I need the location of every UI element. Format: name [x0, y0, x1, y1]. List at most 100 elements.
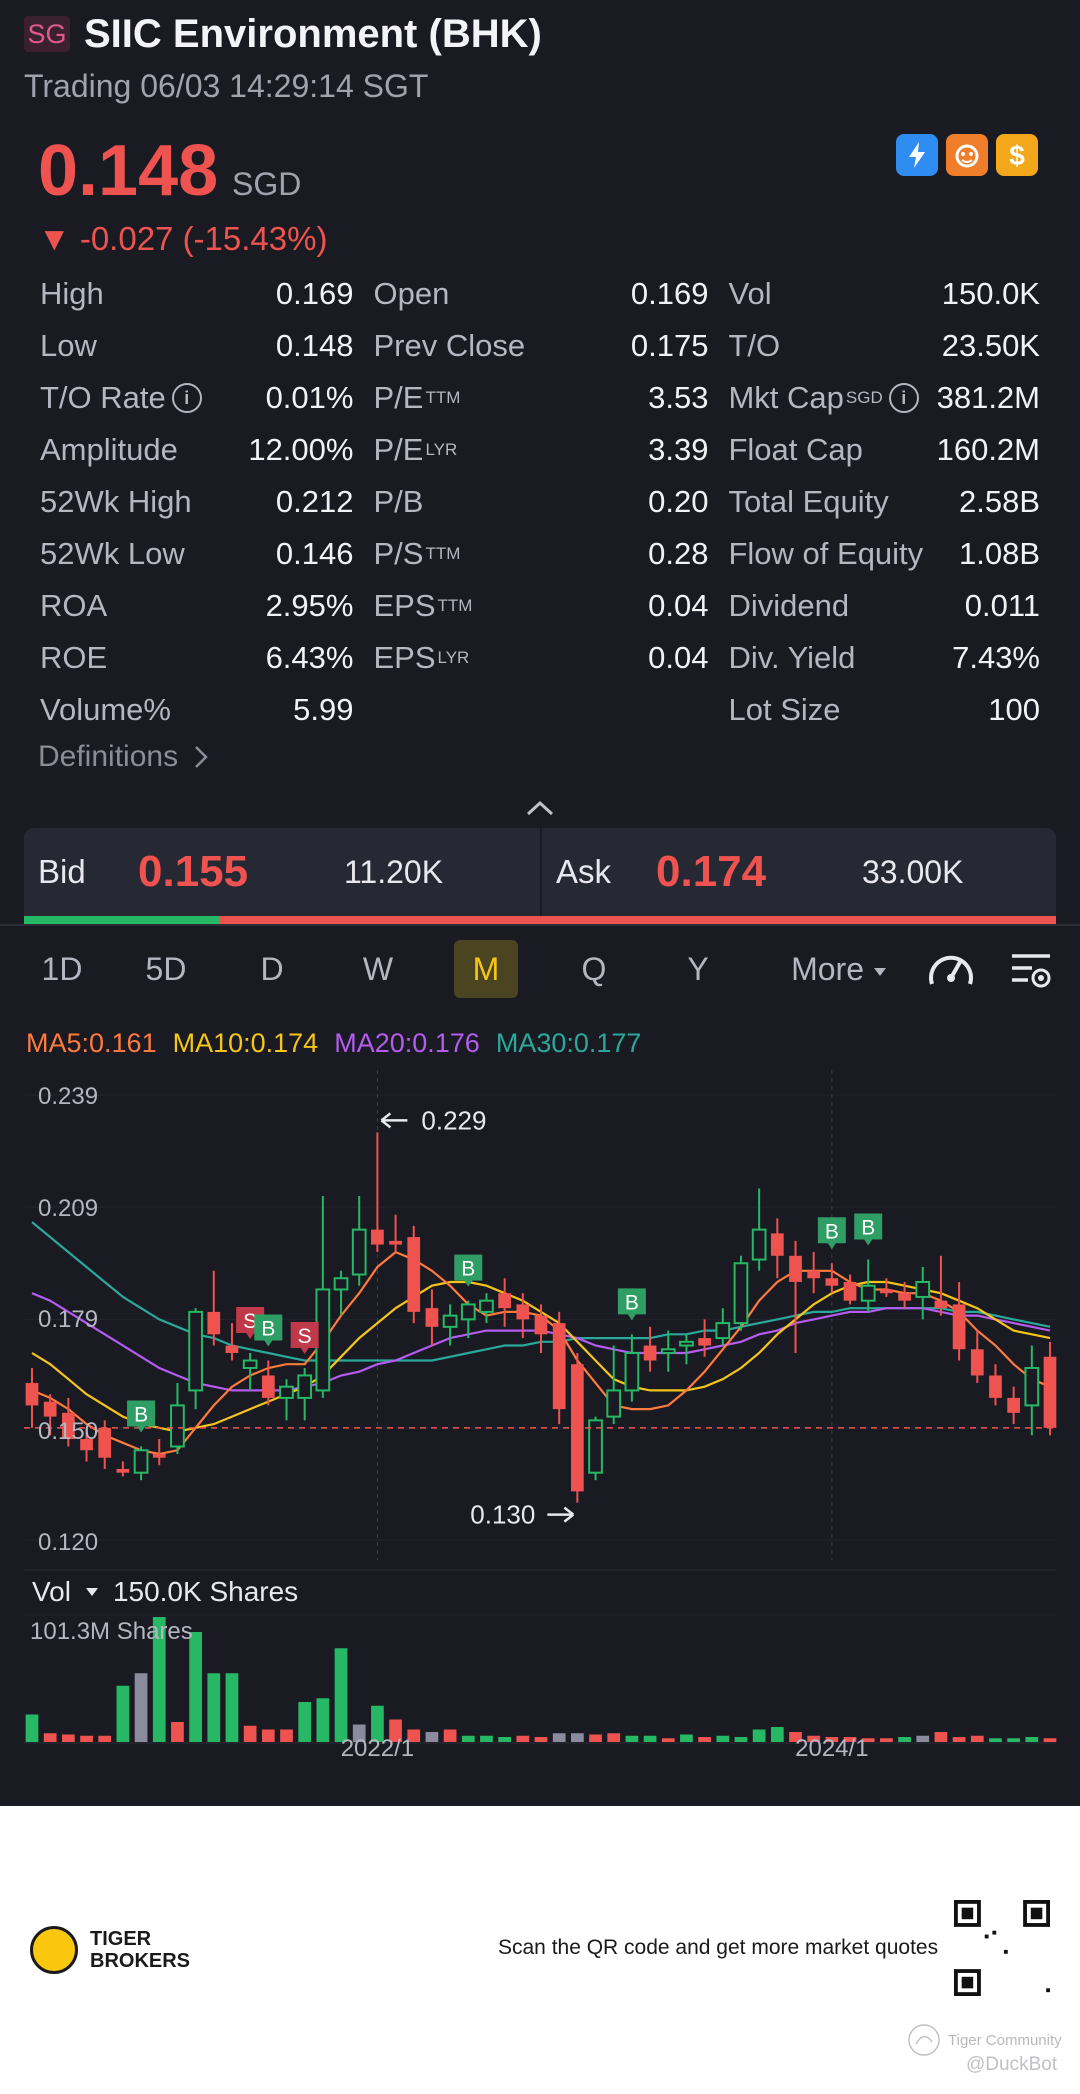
candlestick-chart[interactable]: BS B SBBB B0.2290.1302022/1 2024/1: [0, 1070, 1080, 1760]
y-tick-label: 0.150: [38, 1418, 99, 1445]
stat-cell: EPS LYR 0.04: [373, 640, 708, 676]
stat-value: 0.146: [275, 536, 354, 571]
stat-cell: Volume% 5.99: [40, 692, 353, 728]
stat-label: P/B: [373, 484, 424, 519]
gauge-icon[interactable]: [920, 940, 982, 998]
info-icon[interactable]: i: [888, 383, 919, 413]
stat-label: Prev Close: [373, 328, 526, 363]
divider: [0, 924, 1080, 926]
candle-body: [679, 1340, 694, 1347]
min-price-label: 0.130: [470, 1500, 535, 1530]
qr-code-icon[interactable]: [954, 1900, 1050, 1996]
candle-body: [188, 1310, 203, 1392]
volume-header[interactable]: Vol 150.0K Shares: [32, 1576, 298, 1608]
stat-cell: Flow of Equity 1.08B: [728, 536, 1040, 572]
candle-body: [952, 1304, 966, 1350]
stat-label: 52Wk High: [40, 484, 192, 519]
volume-bar: [643, 1735, 657, 1742]
stat-value: 0.28: [648, 536, 709, 571]
candle-body: [460, 1303, 476, 1321]
stat-row: 52Wk High 0.212 P/B 0.20 Total Equity 2.58B: [40, 476, 1040, 528]
market-badge: SG: [24, 16, 70, 52]
candle-body: [242, 1359, 258, 1369]
stat-cell: T/O 23.50K: [728, 328, 1040, 364]
stat-label: T/O: [728, 328, 781, 363]
candle-body: [407, 1237, 421, 1312]
stat-label: EPS LYR: [373, 640, 470, 675]
volume-bar: [171, 1722, 184, 1742]
volume-bar: [43, 1733, 57, 1742]
scan-qr-text: Scan the QR code and get more market quo…: [498, 1936, 939, 1959]
community-watermark: Tiger Community: [906, 2022, 1062, 2058]
dollar-icon[interactable]: $: [996, 134, 1038, 176]
candle-body: [1024, 1366, 1040, 1407]
brand-line2: BROKERS: [90, 1950, 191, 1972]
svg-text:B: B: [625, 1291, 639, 1314]
ma-legend: MA5:0.161 MA10:0.174 MA20:0.176 MA30:0.177: [26, 1028, 641, 1059]
volume-bar: [498, 1737, 512, 1742]
ask-label: Ask: [556, 853, 612, 890]
volume-bar: [898, 1737, 911, 1742]
volume-bar: [25, 1714, 39, 1742]
volume-bar: [261, 1729, 275, 1742]
chevron-up-icon[interactable]: [524, 796, 556, 820]
candle-body: [1043, 1356, 1057, 1428]
stat-cell: Lot Size 100: [728, 692, 1040, 728]
volume-bar: [570, 1733, 584, 1742]
tab-5d[interactable]: 5D: [134, 940, 198, 998]
stat-cell: T/O Rate i 0.01%: [40, 380, 353, 416]
bid-ratio-fill: [24, 916, 221, 924]
stat-value: 0.011: [964, 588, 1040, 623]
tiger-logo-icon: [30, 1926, 78, 1974]
buy-signal-marker[interactable]: B: [254, 1314, 283, 1347]
candle-body: [989, 1375, 1002, 1398]
definitions-link[interactable]: Definitions: [38, 740, 208, 774]
chevron-right-icon: [195, 746, 208, 768]
tab-1d[interactable]: 1D: [30, 940, 94, 998]
buy-signal-marker[interactable]: B: [854, 1213, 883, 1246]
stat-cell: ROE 6.43%: [40, 640, 353, 676]
candle-body: [133, 1449, 149, 1474]
lightning-icon[interactable]: [896, 134, 938, 176]
stat-row: ROE 6.43% EPS LYR 0.04 Div. Yield 7.43%: [40, 632, 1040, 684]
stat-value: 0.169: [630, 276, 709, 311]
stat-row: T/O Rate i 0.01% P/E TTM 3.53 Mkt Cap SGD i 381.2…: [40, 372, 1040, 424]
volume-bar: [80, 1735, 93, 1742]
feature-badges: $: [896, 134, 1038, 176]
volume-current: 150.0K Shares: [112, 1576, 299, 1607]
candle-body: [660, 1348, 676, 1355]
y-tick-label: 0.179: [38, 1306, 99, 1333]
volume-bar: [534, 1737, 548, 1742]
volume-bar: [334, 1648, 348, 1742]
buy-signal-marker[interactable]: B: [617, 1288, 646, 1321]
candle-body: [552, 1323, 566, 1410]
price-change: ▼ -0.027 (-15.43%): [38, 220, 328, 257]
candle-body: [43, 1401, 57, 1417]
tab-d[interactable]: D: [240, 940, 304, 998]
bid-size: 11.20K: [344, 853, 444, 890]
svg-text:B: B: [861, 1217, 875, 1240]
definitions-label: Definitions: [38, 740, 179, 773]
tab-q[interactable]: Q: [562, 940, 626, 998]
svg-text:B: B: [825, 1220, 839, 1243]
volume-max-label: 101.3M Shares: [30, 1618, 193, 1645]
stat-value: 2.58B: [958, 484, 1040, 519]
stat-cell: Total Equity 2.58B: [728, 484, 1040, 520]
y-tick-label: 0.120: [38, 1529, 99, 1556]
buy-signal-marker[interactable]: B: [817, 1217, 846, 1250]
volume-bar: [952, 1737, 966, 1742]
tab-w[interactable]: W: [346, 940, 410, 998]
tab-m[interactable]: M: [454, 940, 518, 998]
tiger-icon[interactable]: [946, 134, 988, 176]
more-dropdown[interactable]: More: [784, 940, 894, 998]
svg-text:B: B: [461, 1258, 475, 1281]
candle-body: [371, 1229, 384, 1245]
candle-body: [898, 1293, 911, 1301]
stat-value: 0.04: [648, 640, 709, 675]
candle-body: [170, 1404, 185, 1448]
svg-text:$: $: [1009, 140, 1025, 171]
sell-signal-marker[interactable]: S: [290, 1321, 319, 1354]
tab-y[interactable]: Y: [666, 940, 730, 998]
info-icon[interactable]: i: [171, 383, 202, 413]
chart-settings-icon[interactable]: [1000, 940, 1062, 998]
